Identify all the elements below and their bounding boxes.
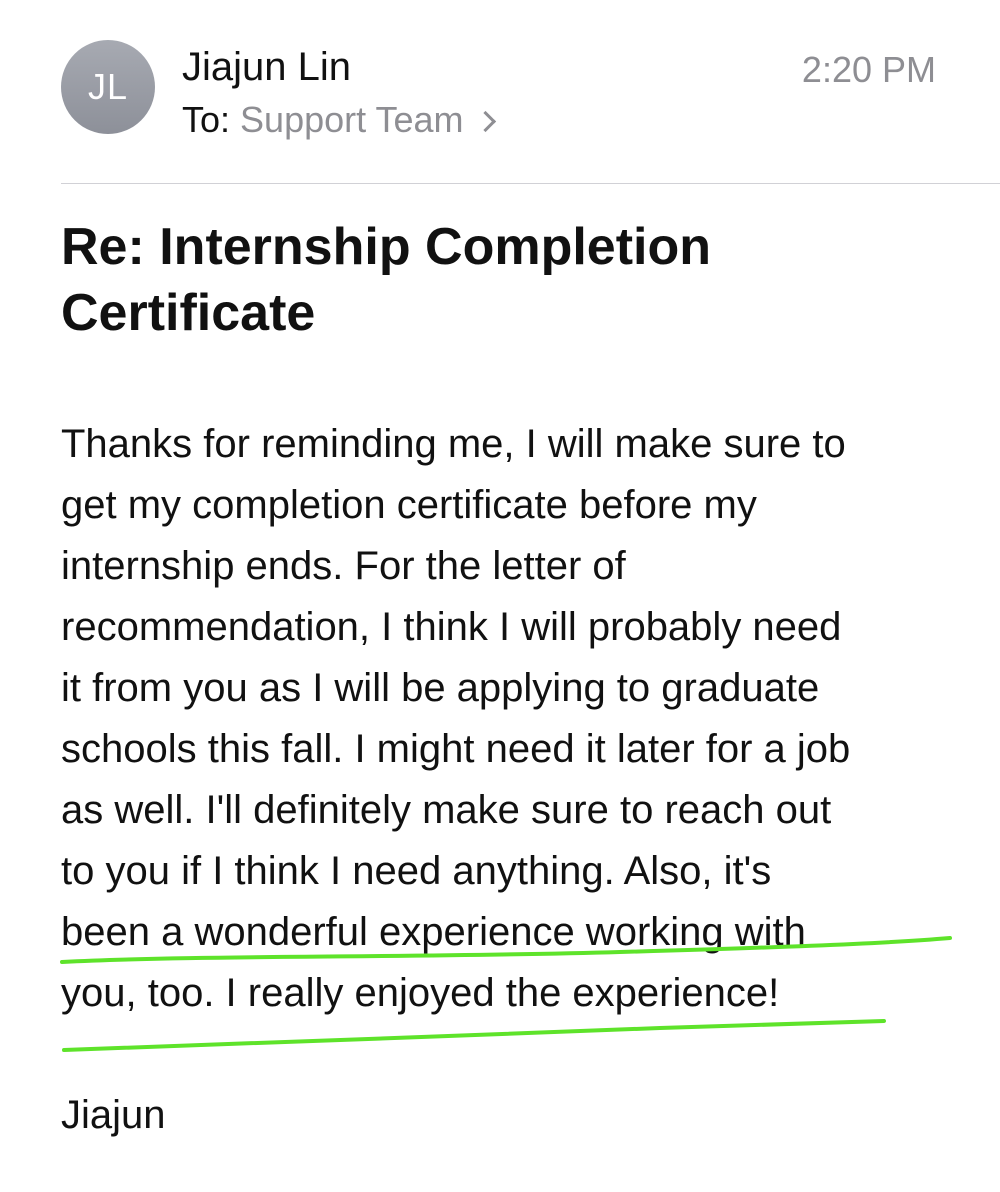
message-subject: Re: Internship Completion Certificate: [61, 218, 711, 342]
sender-name[interactable]: Jiajun Lin: [182, 44, 351, 90]
chevron-right-icon[interactable]: [474, 110, 496, 133]
body-line: recommendation, I think I will probably …: [61, 605, 842, 649]
body-line-highlighted: you, too. I really enjoyed the experienc…: [61, 971, 780, 1015]
timestamp: 2:20 PM: [801, 49, 936, 90]
body-line: to you if I think I need anything. Also,…: [61, 849, 772, 893]
to-label: To:: [182, 99, 231, 140]
header-divider: [61, 183, 1000, 184]
body-line: schools this fall. I might need it later…: [61, 727, 851, 771]
body-line-highlighted: been a wonderful experience working with: [61, 910, 806, 954]
body-line: it from you as I will be applying to gra…: [61, 666, 820, 710]
body-line: Thanks for reminding me, I will make sur…: [61, 422, 846, 466]
message-signature: Jiajun: [61, 1093, 166, 1137]
sender-avatar[interactable]: JL: [61, 40, 155, 134]
recipient-line[interactable]: To: Support Team: [182, 98, 496, 142]
body-line: get my completion certificate before my: [61, 483, 757, 527]
message-body: Thanks for reminding me, I will make sur…: [61, 414, 951, 1024]
recipient-name[interactable]: Support Team: [240, 99, 463, 140]
message-header: JL Jiajun Lin To: Support Team 2:20 PM: [0, 0, 1000, 184]
body-line: internship ends. For the letter of: [61, 544, 626, 588]
body-line: as well. I'll definitely make sure to re…: [61, 788, 832, 832]
highlight-stroke-2: [62, 1019, 886, 1052]
